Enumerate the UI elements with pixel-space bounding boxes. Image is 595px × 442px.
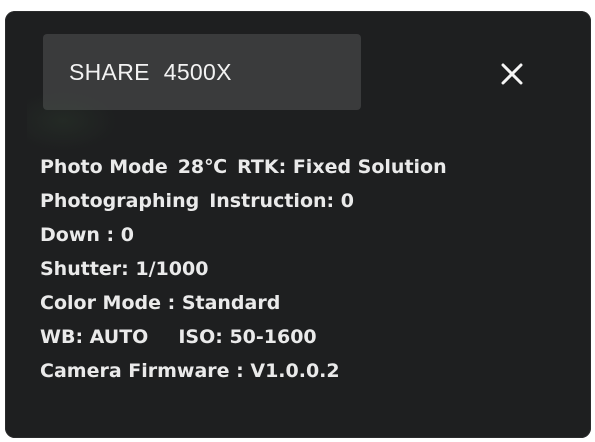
- camera-status-list: Photo Mode 28℃ RTK: Fixed Solution Photogr…: [40, 150, 575, 388]
- photographing-label: Photographing: [40, 190, 200, 212]
- status-row-shutter: Shutter: 1/1000: [40, 252, 575, 286]
- camera-info-panel: SHARE 4500X Photo Mode 28℃ RTK: Fixed Solut…: [5, 11, 591, 438]
- close-button[interactable]: [496, 58, 528, 90]
- status-row-wb-iso: WB: AUTO ISO: 50-1600: [40, 320, 575, 354]
- close-icon: [501, 63, 523, 85]
- wb-value: WB: AUTO: [40, 326, 149, 348]
- status-row-mode: Photo Mode 28℃ RTK: Fixed Solution: [40, 150, 575, 184]
- instruction-count: Instruction: 0: [209, 190, 354, 212]
- down-count: Down : 0: [40, 224, 134, 246]
- shutter-value: Shutter: 1/1000: [40, 258, 209, 280]
- color-mode-value: Color Mode : Standard: [40, 292, 281, 314]
- status-row-instruction: Photographing Instruction: 0: [40, 184, 575, 218]
- status-row-color-mode: Color Mode : Standard: [40, 286, 575, 320]
- photo-mode-label: Photo Mode: [40, 156, 168, 178]
- temperature-value: 28℃: [177, 156, 228, 178]
- iso-value: ISO: 50-1600: [178, 326, 317, 348]
- status-row-down: Down : 0: [40, 218, 575, 252]
- model-name: 4500X: [163, 58, 232, 85]
- camera-model-title: SHARE 4500X: [69, 59, 232, 86]
- firmware-version: Camera Firmware : V1.0.0.2: [40, 360, 340, 382]
- status-row-firmware: Camera Firmware : V1.0.0.2: [40, 354, 575, 388]
- camera-model-header: SHARE 4500X: [43, 34, 361, 110]
- rtk-status: RTK: Fixed Solution: [237, 156, 447, 178]
- brand-name: SHARE: [69, 58, 150, 85]
